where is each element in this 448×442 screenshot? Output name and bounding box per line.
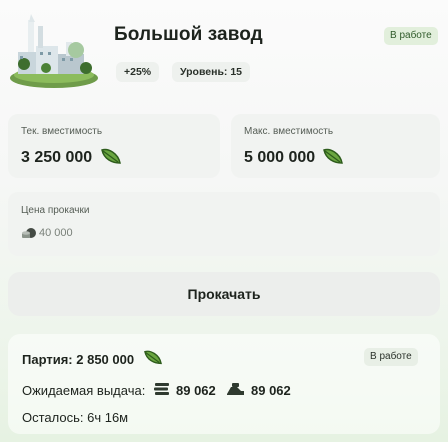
bonus-chip: +25% bbox=[116, 62, 160, 82]
current-capacity-value: 3 250 000 bbox=[21, 149, 93, 166]
current-capacity-label: Тек. вместимость bbox=[21, 126, 103, 137]
cash-stack-icon bbox=[154, 383, 169, 395]
expected-output-value-1: 89 062 bbox=[176, 383, 216, 398]
current-capacity-card bbox=[8, 114, 220, 178]
upgrade-cost-value: 40 000 bbox=[39, 227, 73, 239]
upgrade-cost-label: Цена прокачки bbox=[21, 205, 90, 216]
money-hand-icon bbox=[227, 383, 244, 395]
leaf-icon bbox=[101, 148, 121, 164]
max-capacity-card bbox=[231, 114, 440, 178]
upgrade-button[interactable]: Прокачать bbox=[8, 272, 440, 316]
page-title: Большой завод bbox=[114, 24, 263, 45]
batch-value: 2 850 000 bbox=[76, 352, 135, 367]
batch-status-badge: В работе bbox=[364, 348, 418, 366]
leaf-icon bbox=[323, 148, 343, 164]
time-remaining: Осталось: 6ч 16м bbox=[22, 410, 129, 425]
expected-output-value-2: 89 062 bbox=[251, 383, 291, 398]
batch-label: Партия: bbox=[22, 352, 73, 367]
leaf-icon bbox=[144, 350, 162, 365]
upgrade-cost-card bbox=[8, 192, 440, 256]
batch-line: Партия: 2 850 000 bbox=[22, 352, 134, 367]
coins-icon bbox=[22, 228, 36, 238]
max-capacity-label: Макс. вместимость bbox=[244, 126, 334, 137]
expected-output-label: Ожидаемая выдача: bbox=[22, 383, 146, 398]
level-chip: Уровень: 15 bbox=[172, 62, 251, 82]
max-capacity-value: 5 000 000 bbox=[244, 149, 316, 166]
status-badge: В работе bbox=[384, 27, 438, 45]
factory-image bbox=[10, 14, 98, 88]
